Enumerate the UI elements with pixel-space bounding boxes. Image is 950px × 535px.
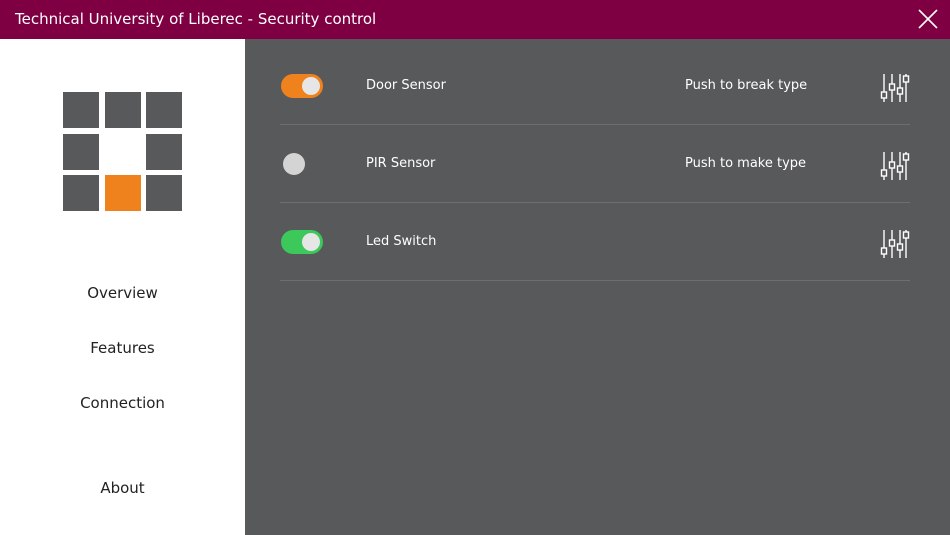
pir-sensor-settings-button[interactable] bbox=[880, 151, 910, 181]
toggle-knob bbox=[302, 233, 320, 251]
nav-item-overview[interactable]: Overview bbox=[0, 284, 245, 302]
logo-cell-accent bbox=[105, 175, 141, 211]
toggle-knob bbox=[302, 77, 320, 95]
pir-sensor-toggle[interactable] bbox=[281, 152, 323, 176]
toggle-knob bbox=[283, 153, 305, 175]
device-label: Led Switch bbox=[366, 234, 437, 249]
grid-logo bbox=[63, 92, 183, 212]
door-sensor-settings-button[interactable] bbox=[880, 73, 910, 103]
door-sensor-toggle[interactable] bbox=[281, 74, 323, 98]
app-window: Technical University of Liberec - Securi… bbox=[0, 0, 950, 535]
nav-item-connection[interactable]: Connection bbox=[0, 394, 245, 412]
logo-cell bbox=[63, 134, 99, 170]
nav-item-about[interactable]: About bbox=[0, 479, 245, 497]
device-label: PIR Sensor bbox=[366, 156, 436, 171]
sliders-icon bbox=[880, 74, 910, 102]
device-type: Push to break type bbox=[685, 78, 808, 93]
device-row-led-switch: Led Switch bbox=[280, 202, 910, 281]
device-row-door-sensor: Door Sensor Push to break type bbox=[280, 46, 910, 125]
close-icon bbox=[918, 9, 938, 29]
led-switch-toggle[interactable] bbox=[281, 230, 323, 254]
sidebar: Overview Features Connection About bbox=[0, 39, 245, 535]
logo-cell bbox=[105, 92, 141, 128]
logo-cell bbox=[146, 134, 182, 170]
nav-item-features[interactable]: Features bbox=[0, 339, 245, 357]
device-type: Push to make type bbox=[685, 156, 807, 171]
logo-cell bbox=[63, 175, 99, 211]
sliders-icon bbox=[880, 230, 910, 258]
led-switch-settings-button[interactable] bbox=[880, 229, 910, 259]
logo-cell bbox=[63, 92, 99, 128]
logo-cell bbox=[146, 175, 182, 211]
device-label: Door Sensor bbox=[366, 78, 446, 93]
window-title: Technical University of Liberec - Securi… bbox=[15, 10, 377, 28]
device-row-pir-sensor: PIR Sensor Push to make type bbox=[280, 124, 910, 203]
logo-cell bbox=[146, 92, 182, 128]
sliders-icon bbox=[880, 152, 910, 180]
title-bar: Technical University of Liberec - Securi… bbox=[0, 0, 950, 39]
close-button[interactable] bbox=[918, 9, 938, 29]
